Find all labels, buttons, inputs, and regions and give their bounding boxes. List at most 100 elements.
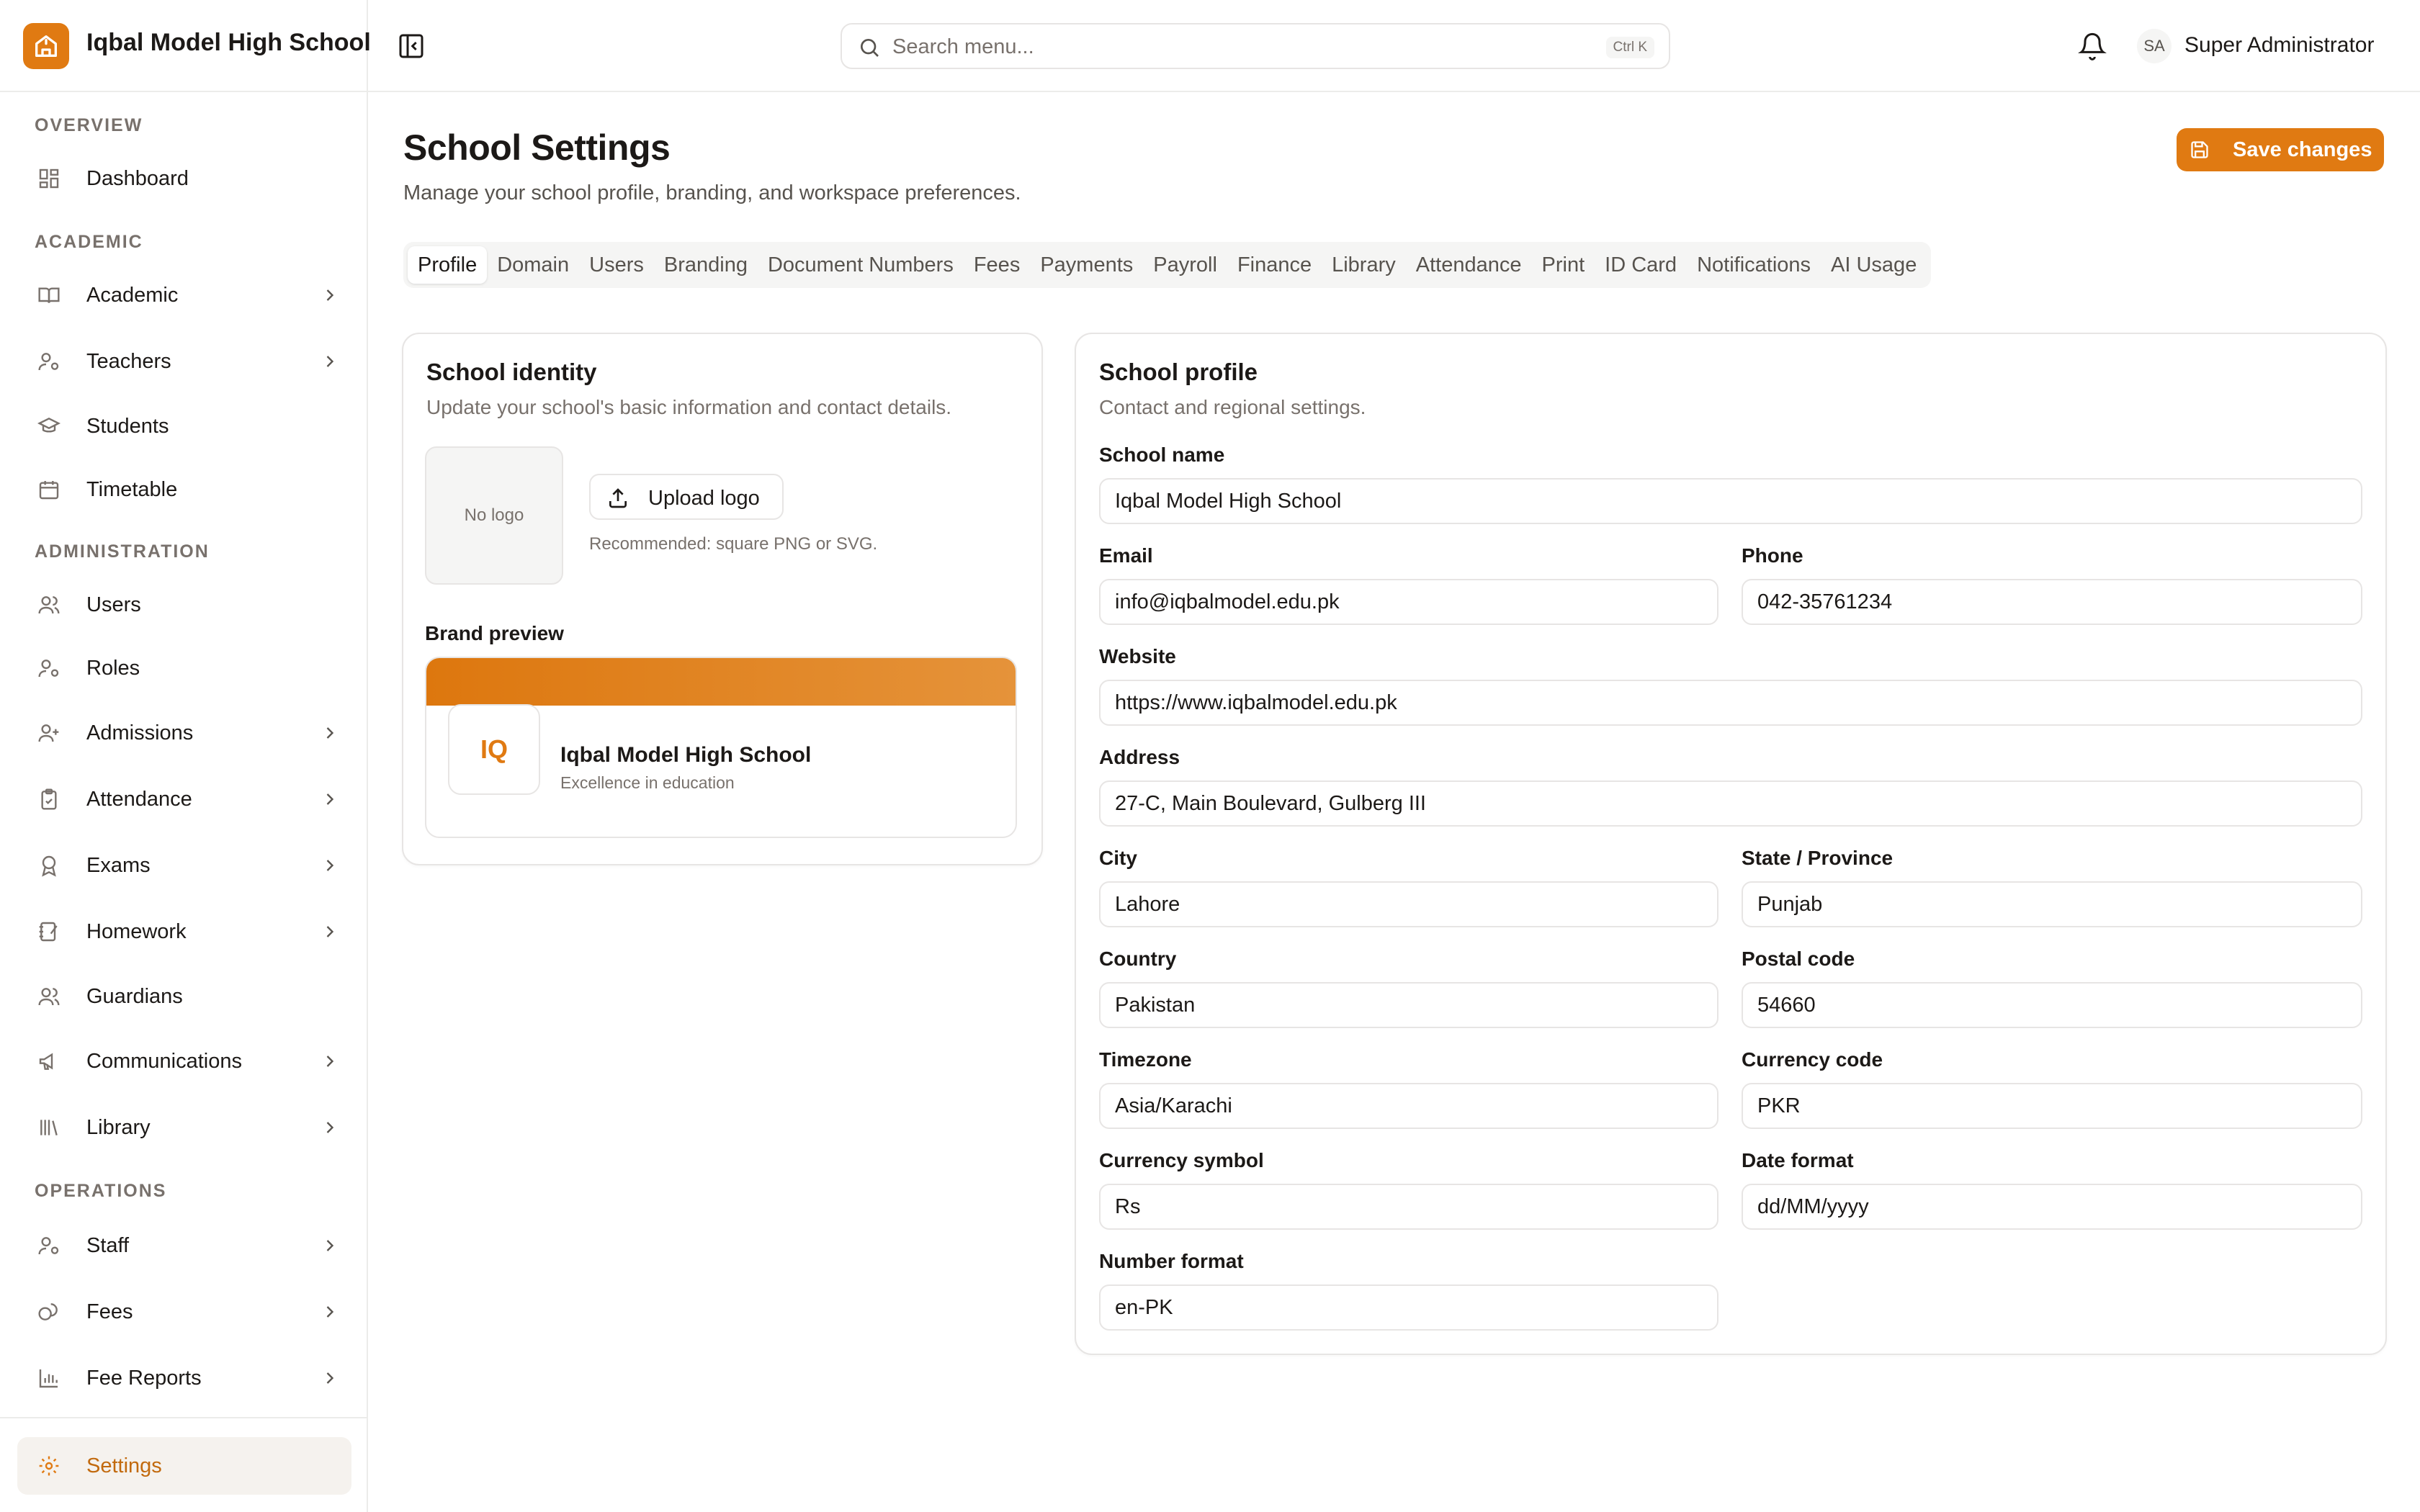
sidebar-item-users[interactable]: Users (17, 576, 351, 634)
sidebar-item-communications[interactable]: Communications (17, 1032, 351, 1090)
sidebar-item-teachers[interactable]: Teachers (17, 333, 351, 390)
save-icon (2191, 141, 2208, 158)
sidebar-item-label: Timetable (86, 478, 178, 501)
sidebar-item-fees[interactable]: Fees (17, 1283, 351, 1341)
tab-fees[interactable]: Fees (964, 246, 1030, 284)
tab-id-card[interactable]: ID Card (1595, 246, 1687, 284)
chevron-right-icon (326, 1306, 334, 1318)
sidebar: Iqbal Model High School OVERVIEW Dashboa… (0, 0, 371, 1512)
currency-symbol-label: Currency symbol (1099, 1149, 1264, 1171)
brand-preview-label: Brand preview (425, 622, 564, 644)
tab-notifications[interactable]: Notifications (1687, 246, 1821, 284)
email-field[interactable] (1099, 579, 1718, 625)
postal-code-field[interactable] (1742, 982, 2362, 1028)
tab-attendance[interactable]: Attendance (1406, 246, 1532, 284)
upload-logo-label: Upload logo (648, 487, 760, 510)
country-label: Country (1099, 948, 1177, 970)
sidebar-brand: Iqbal Model High School (0, 0, 371, 92)
section-administration: ADMINISTRATION (35, 541, 210, 562)
sidebar-item-library[interactable]: Library (17, 1099, 351, 1156)
sidebar-item-dashboard[interactable]: Dashboard (17, 150, 351, 207)
date-format-field[interactable] (1742, 1184, 2362, 1230)
number-format-field[interactable] (1099, 1284, 1718, 1331)
sidebar-item-attendance[interactable]: Attendance (17, 770, 351, 828)
logo-placeholder: No logo (425, 446, 563, 585)
tab-document-numbers[interactable]: Document Numbers (758, 246, 964, 284)
school-identity-card: School identity Update your school's bas… (402, 333, 1043, 865)
tab-finance[interactable]: Finance (1227, 246, 1322, 284)
sidebar-item-staff[interactable]: Staff (17, 1217, 351, 1274)
upload-logo-button[interactable]: Upload logo (589, 474, 784, 520)
sidebar-item-label: Roles (86, 657, 140, 680)
sidebar-item-students[interactable]: Students (17, 397, 351, 455)
library-icon (40, 1120, 58, 1135)
address-field[interactable] (1099, 780, 2362, 827)
search-shortcut-badge: Ctrl K (1605, 37, 1654, 58)
tab-print[interactable]: Print (1532, 246, 1595, 284)
avatar[interactable]: SA (2137, 29, 2172, 63)
bell-icon[interactable] (2078, 32, 2107, 60)
graduation-cap-icon (37, 417, 60, 433)
phone-field[interactable] (1742, 579, 2362, 625)
chevron-right-icon (326, 356, 334, 367)
currency-code-field[interactable] (1742, 1083, 2362, 1129)
search-input[interactable] (892, 32, 1541, 62)
date-format-label: Date format (1742, 1149, 1854, 1171)
section-operations: OPERATIONS (35, 1181, 167, 1201)
timezone-field[interactable] (1099, 1083, 1718, 1129)
state-label: State / Province (1742, 847, 1894, 869)
state-field[interactable] (1742, 881, 2362, 927)
sidebar-item-roles[interactable]: Roles (17, 639, 351, 697)
school-logo-icon[interactable] (23, 23, 69, 69)
chevron-right-icon (326, 289, 334, 301)
sidebar-item-label: Fee Reports (86, 1367, 202, 1390)
user-cog-icon (38, 1237, 59, 1255)
card-subtitle: Update your school's basic information a… (426, 396, 952, 418)
user-cog-icon (38, 353, 59, 371)
sidebar-item-academic[interactable]: Academic (17, 266, 351, 324)
settings-tabs: Profile Domain Users Branding Document N… (403, 242, 1932, 288)
sidebar-item-guardians[interactable]: Guardians (17, 968, 351, 1025)
page-title: School Settings (403, 127, 671, 168)
sidebar-item-label: Admissions (86, 721, 194, 744)
book-open-icon (38, 287, 60, 303)
sidebar-item-timetable[interactable]: Timetable (17, 461, 351, 518)
website-field[interactable] (1099, 680, 2362, 726)
city-field[interactable] (1099, 881, 1718, 927)
tab-branding[interactable]: Branding (654, 246, 758, 284)
country-field[interactable] (1099, 982, 1718, 1028)
sidebar-item-admissions[interactable]: Admissions (17, 704, 351, 762)
sidebar-item-label: Staff (86, 1234, 130, 1257)
sidebar-toggle-icon[interactable] (397, 32, 426, 60)
chevron-right-icon (326, 860, 334, 871)
tab-ai-usage[interactable]: AI Usage (1821, 246, 1927, 284)
tab-payroll[interactable]: Payroll (1143, 246, 1227, 284)
search-bar[interactable]: Ctrl K (841, 23, 1670, 69)
chevron-right-icon (326, 793, 334, 805)
user-name[interactable]: Super Administrator (2184, 33, 2374, 58)
upload-hint: Recommended: square PNG or SVG. (589, 534, 878, 554)
currency-symbol-field[interactable] (1099, 1184, 1718, 1230)
tab-profile[interactable]: Profile (408, 246, 488, 284)
sidebar-item-exams[interactable]: Exams (17, 837, 351, 894)
tab-library[interactable]: Library (1322, 246, 1406, 284)
chevron-right-icon (326, 1240, 334, 1251)
user-plus-icon (38, 724, 59, 742)
tab-domain[interactable]: Domain (487, 246, 579, 284)
chevron-right-icon (326, 1056, 334, 1067)
save-changes-button[interactable]: Save changes (2177, 128, 2384, 171)
tab-users[interactable]: Users (579, 246, 654, 284)
card-subtitle: Contact and regional settings. (1099, 396, 1366, 418)
sidebar-item-homework[interactable]: Homework (17, 903, 351, 960)
email-label: Email (1099, 544, 1153, 567)
sidebar-item-settings[interactable]: Settings (17, 1437, 351, 1495)
card-title: School identity (426, 359, 597, 385)
page-subtitle: Manage your school profile, branding, an… (403, 181, 1021, 204)
users-icon (38, 988, 60, 1006)
card-title: School profile (1099, 359, 1258, 385)
tab-payments[interactable]: Payments (1030, 246, 1143, 284)
school-name-field[interactable] (1099, 478, 2362, 524)
chevron-right-icon (326, 1122, 334, 1133)
sidebar-item-fee-reports[interactable]: Fee Reports (17, 1349, 351, 1407)
app-root: Iqbal Model High School OVERVIEW Dashboa… (0, 0, 2420, 1512)
